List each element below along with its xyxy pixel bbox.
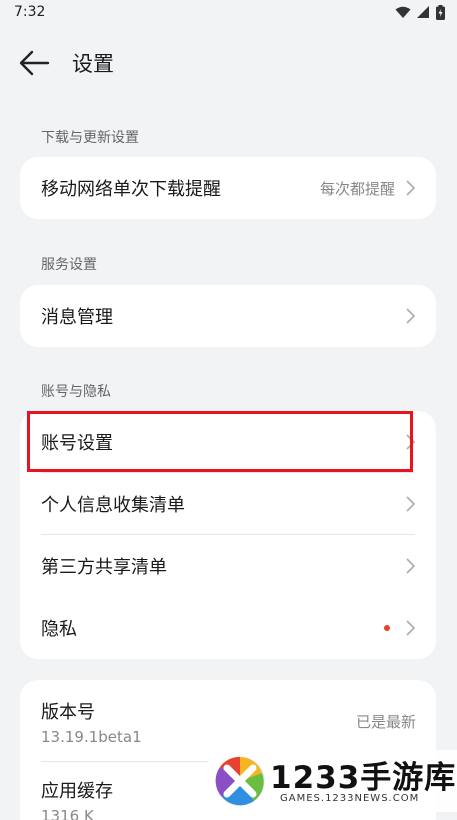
version-number: 13.19.1beta1 <box>41 728 142 746</box>
row-label: 第三方共享清单 <box>41 557 167 578</box>
section-label-download: 下载与更新设置 <box>41 130 139 146</box>
row-label: 移动网络单次下载提醒 <box>41 179 221 200</box>
watermark-title: 1233手游库 <box>270 760 457 796</box>
wifi-icon <box>395 6 411 18</box>
service-settings-card: 消息管理 <box>20 285 436 347</box>
chevron-right-icon <box>406 620 416 636</box>
mobile-download-reminder-row[interactable]: 移动网络单次下载提醒 每次都提醒 <box>20 157 436 219</box>
watermark: 1233手游库 GAMES.1233NEWS.COM <box>208 750 457 812</box>
battery-icon <box>436 5 445 20</box>
status-time: 7:32 <box>14 4 46 20</box>
chevron-right-icon <box>406 496 416 512</box>
status-bar: 7:32 <box>0 0 457 26</box>
download-settings-card: 移动网络单次下载提醒 每次都提醒 <box>20 157 436 219</box>
notification-dot <box>384 625 390 631</box>
signal-icon <box>417 6 429 18</box>
row-label: 应用缓存 <box>41 781 113 802</box>
privacy-row[interactable]: 隐私 <box>20 597 436 659</box>
row-label: 个人信息收集清单 <box>41 495 185 516</box>
row-label: 隐私 <box>41 619 77 640</box>
row-label: 消息管理 <box>41 307 113 328</box>
back-arrow-icon <box>19 50 50 76</box>
chevron-right-icon <box>406 308 416 324</box>
message-management-row[interactable]: 消息管理 <box>20 285 436 347</box>
brand-logo-icon <box>215 756 265 806</box>
section-label-account: 账号与隐私 <box>41 384 111 400</box>
row-value: 每次都提醒 <box>319 179 395 198</box>
cache-size: 1316 K <box>41 807 94 820</box>
watermark-subtitle: GAMES.1233NEWS.COM <box>280 793 420 804</box>
chevron-right-icon <box>406 558 416 574</box>
chevron-right-icon <box>406 180 416 196</box>
row-label: 版本号 <box>41 702 95 723</box>
highlight-box <box>27 411 413 472</box>
section-label-service: 服务设置 <box>41 257 97 273</box>
header: 设置 <box>0 38 457 88</box>
personal-info-list-row[interactable]: 个人信息收集清单 <box>20 473 436 535</box>
back-button[interactable] <box>18 48 54 78</box>
status-icons <box>395 5 445 20</box>
row-value: 已是最新 <box>355 712 416 731</box>
third-party-sharing-row[interactable]: 第三方共享清单 <box>20 535 436 597</box>
page-title: 设置 <box>72 52 114 76</box>
